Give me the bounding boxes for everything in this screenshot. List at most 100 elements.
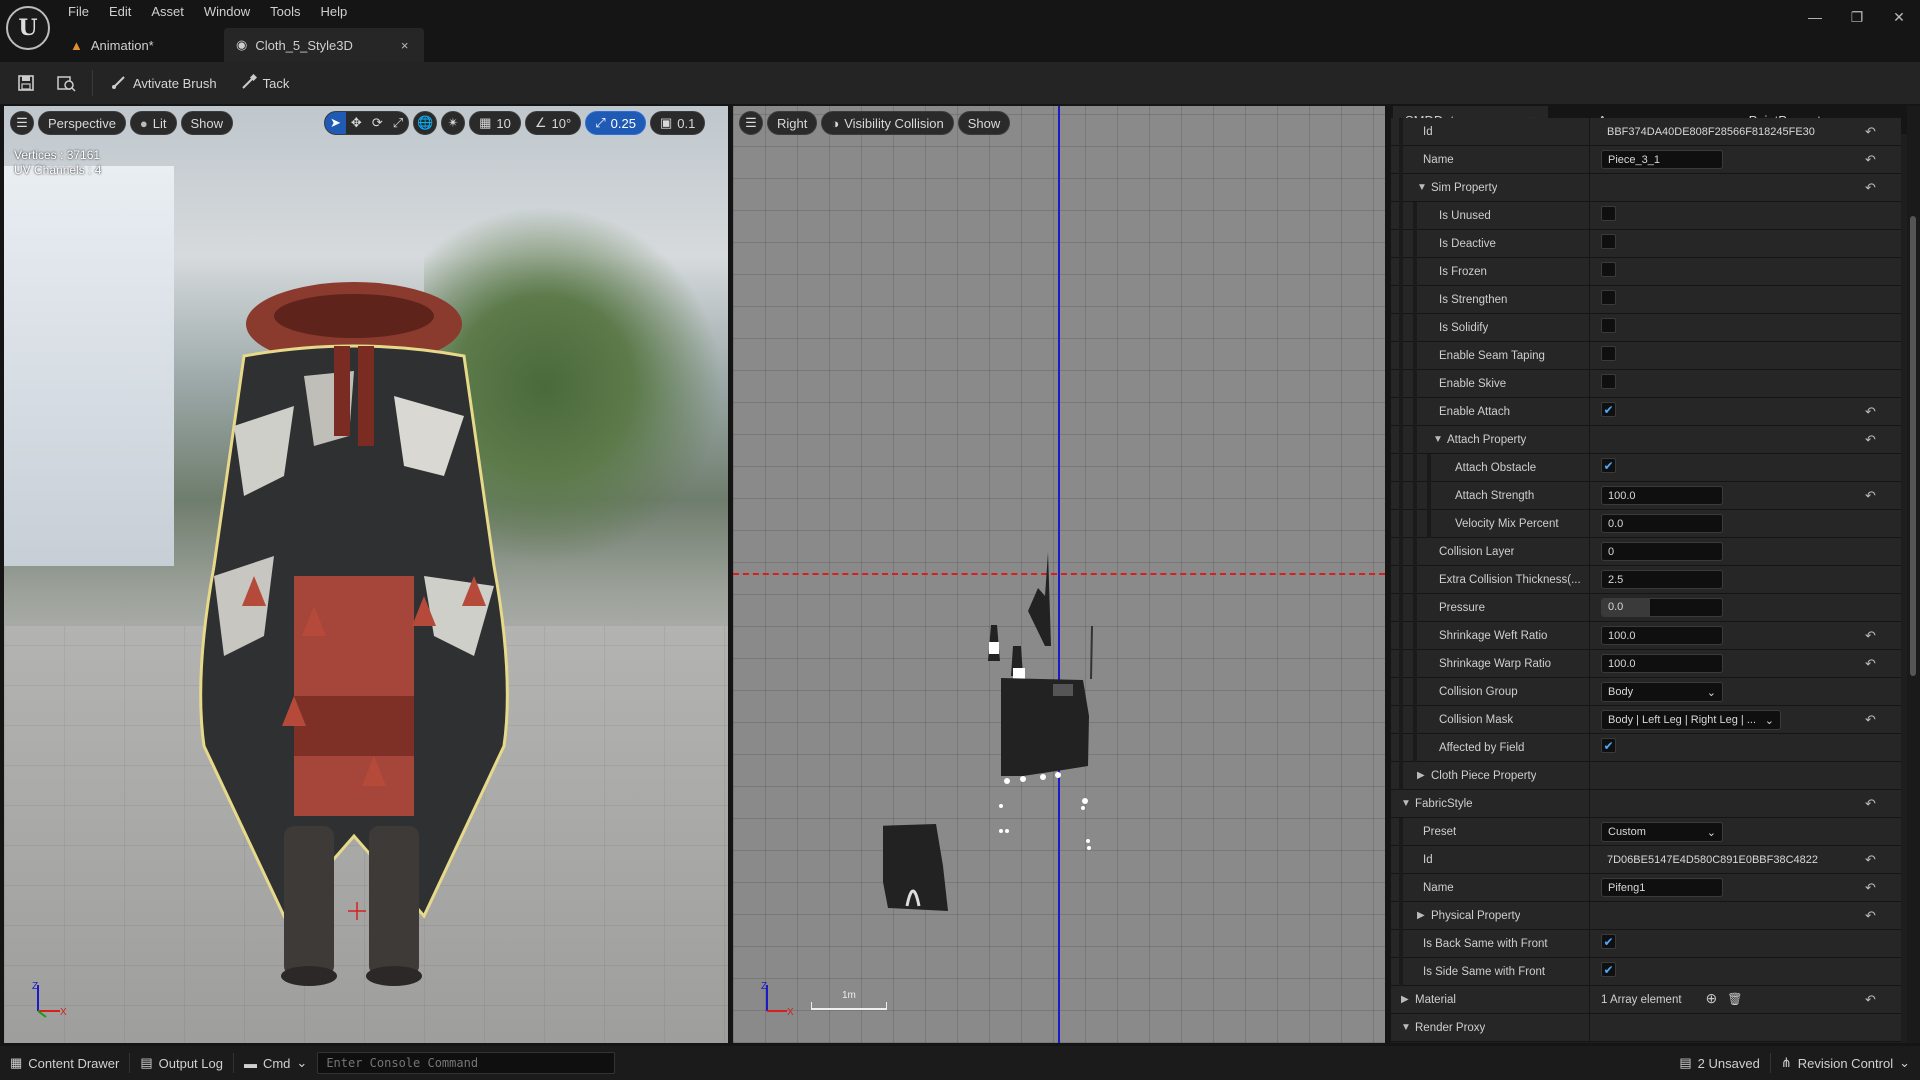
column-divider[interactable] — [1589, 510, 1590, 538]
reset-to-default-icon[interactable]: ↶ — [1865, 124, 1876, 140]
property-checkbox[interactable] — [1601, 206, 1616, 221]
translate-tool-icon[interactable]: ✥ — [346, 112, 367, 134]
viewport-menu-icon[interactable]: ☰ — [739, 111, 763, 135]
collapse-arrow-icon[interactable]: ▶ — [1401, 994, 1409, 1005]
value-input[interactable]: Piece_3_1 — [1601, 150, 1723, 169]
column-divider[interactable] — [1589, 622, 1590, 650]
scrollbar-thumb[interactable] — [1910, 216, 1916, 676]
menu-asset[interactable]: Asset — [141, 0, 194, 24]
property-checkbox[interactable] — [1601, 374, 1616, 389]
scale-tool-icon[interactable]: ⤢ — [388, 112, 408, 134]
cmd-dropdown[interactable]: ▬ Cmd ⌄ — [234, 1046, 317, 1080]
lighting-mode-dropdown[interactable]: ● Lit — [129, 111, 177, 135]
property-checkbox[interactable] — [1601, 346, 1616, 361]
camera-speed-button[interactable]: ▣ 0.1 — [649, 111, 706, 135]
restore-icon[interactable]: ❐ — [1836, 0, 1878, 34]
column-divider[interactable] — [1589, 370, 1590, 398]
id-text[interactable]: 7D06BE5147E4D580C891E0BBF38C4822 — [1601, 850, 1821, 869]
expand-arrow-icon[interactable]: ▼ — [1417, 182, 1427, 193]
column-divider[interactable] — [1589, 202, 1590, 230]
column-divider[interactable] — [1589, 846, 1590, 874]
surface-snap-icon[interactable]: ✴ — [441, 111, 466, 135]
revision-control-button[interactable]: ⋔ Revision Control ⌄ — [1771, 1046, 1920, 1080]
menu-file[interactable]: File — [58, 0, 99, 24]
column-divider[interactable] — [1589, 314, 1590, 342]
close-window-icon[interactable]: ✕ — [1878, 0, 1920, 34]
visibility-collision-dropdown[interactable]: ◑ Visibility Collision — [821, 111, 954, 135]
pressure-slider[interactable]: 0.0 — [1601, 598, 1723, 617]
column-divider[interactable] — [1589, 482, 1590, 510]
column-divider[interactable] — [1589, 1014, 1590, 1042]
right-view-viewport[interactable]: ☰ Right ◑ Visibility Collision Show Z X … — [733, 106, 1385, 1043]
reset-to-default-icon[interactable]: ↶ — [1865, 404, 1876, 420]
column-divider[interactable] — [1589, 874, 1590, 902]
menu-edit[interactable]: Edit — [99, 0, 141, 24]
property-checkbox[interactable] — [1601, 318, 1616, 333]
column-divider[interactable] — [1589, 930, 1590, 958]
column-divider[interactable] — [1589, 986, 1590, 1014]
activate-brush-button[interactable]: Avtivate Brush — [99, 62, 229, 104]
value-input[interactable]: Pifeng1 — [1601, 878, 1723, 897]
value-input[interactable]: 2.5 — [1601, 570, 1723, 589]
property-checkbox[interactable] — [1601, 234, 1616, 249]
value-input[interactable]: 0.0 — [1601, 514, 1723, 533]
column-divider[interactable] — [1589, 538, 1590, 566]
column-divider[interactable] — [1589, 594, 1590, 622]
column-divider[interactable] — [1589, 118, 1590, 146]
reset-to-default-icon[interactable]: ↶ — [1865, 992, 1876, 1008]
show-flags-dropdown[interactable]: Show — [957, 111, 1011, 135]
view-direction-dropdown[interactable]: Right — [767, 111, 818, 135]
select-tool-icon[interactable]: ➤ — [325, 112, 346, 134]
unsaved-button[interactable]: ▤ 2 Unsaved — [1669, 1046, 1769, 1080]
collapse-arrow-icon[interactable]: ▶ — [1417, 770, 1425, 781]
reset-to-default-icon[interactable]: ↶ — [1865, 656, 1876, 672]
reset-to-default-icon[interactable]: ↶ — [1865, 628, 1876, 644]
column-divider[interactable] — [1589, 426, 1590, 454]
value-input[interactable]: 100.0 — [1601, 486, 1723, 505]
menu-window[interactable]: Window — [194, 0, 260, 24]
pattern-pieces[interactable] — [883, 436, 1123, 916]
unreal-logo-icon[interactable]: U — [6, 6, 50, 50]
close-tab-icon[interactable]: × — [401, 38, 409, 53]
column-divider[interactable] — [1589, 174, 1590, 202]
property-checkbox[interactable]: ✔ — [1601, 458, 1616, 473]
output-log-button[interactable]: ▤ Output Log — [130, 1046, 233, 1080]
expand-arrow-icon[interactable]: ▼ — [1401, 1022, 1411, 1033]
column-divider[interactable] — [1589, 230, 1590, 258]
column-divider[interactable] — [1589, 258, 1590, 286]
column-divider[interactable] — [1589, 790, 1590, 818]
show-flags-dropdown[interactable]: Show — [180, 111, 234, 135]
reset-to-default-icon[interactable]: ↶ — [1865, 152, 1876, 168]
column-divider[interactable] — [1589, 902, 1590, 930]
reset-to-default-icon[interactable]: ↶ — [1865, 908, 1876, 924]
property-checkbox[interactable]: ✔ — [1601, 738, 1616, 753]
id-text[interactable]: BBF374DA40DE808F28566F818245FE30 — [1601, 122, 1821, 141]
column-divider[interactable] — [1589, 818, 1590, 846]
column-divider[interactable] — [1589, 566, 1590, 594]
save-icon[interactable] — [6, 62, 46, 104]
column-divider[interactable] — [1589, 398, 1590, 426]
scale-snap-toggle[interactable]: ⤢ 0.25 — [585, 111, 646, 135]
add-element-icon[interactable]: ⊕ — [1706, 990, 1718, 1006]
expand-arrow-icon[interactable]: ▼ — [1401, 798, 1411, 809]
property-checkbox[interactable]: ✔ — [1601, 934, 1616, 949]
value-dropdown[interactable]: Body | Left Leg | Right Leg | ... ⌄ — [1601, 710, 1781, 730]
column-divider[interactable] — [1589, 454, 1590, 482]
value-input[interactable]: 100.0 — [1601, 654, 1723, 673]
reset-to-default-icon[interactable]: ↶ — [1865, 180, 1876, 196]
column-divider[interactable] — [1589, 734, 1590, 762]
minimize-icon[interactable]: — — [1794, 0, 1836, 34]
reset-to-default-icon[interactable]: ↶ — [1865, 852, 1876, 868]
property-checkbox[interactable] — [1601, 290, 1616, 305]
menu-help[interactable]: Help — [310, 0, 357, 24]
value-dropdown[interactable]: Body ⌄ — [1601, 682, 1723, 702]
value-dropdown[interactable]: Custom ⌄ — [1601, 822, 1723, 842]
column-divider[interactable] — [1589, 706, 1590, 734]
tack-button[interactable]: Tack — [229, 62, 302, 104]
property-checkbox[interactable] — [1601, 262, 1616, 277]
column-divider[interactable] — [1589, 650, 1590, 678]
delete-elements-icon[interactable]: 🗑 — [1727, 992, 1742, 1006]
tab-animation[interactable]: ▲ Animation* — [58, 28, 224, 62]
column-divider[interactable] — [1589, 146, 1590, 174]
console-command-input[interactable] — [317, 1052, 616, 1074]
